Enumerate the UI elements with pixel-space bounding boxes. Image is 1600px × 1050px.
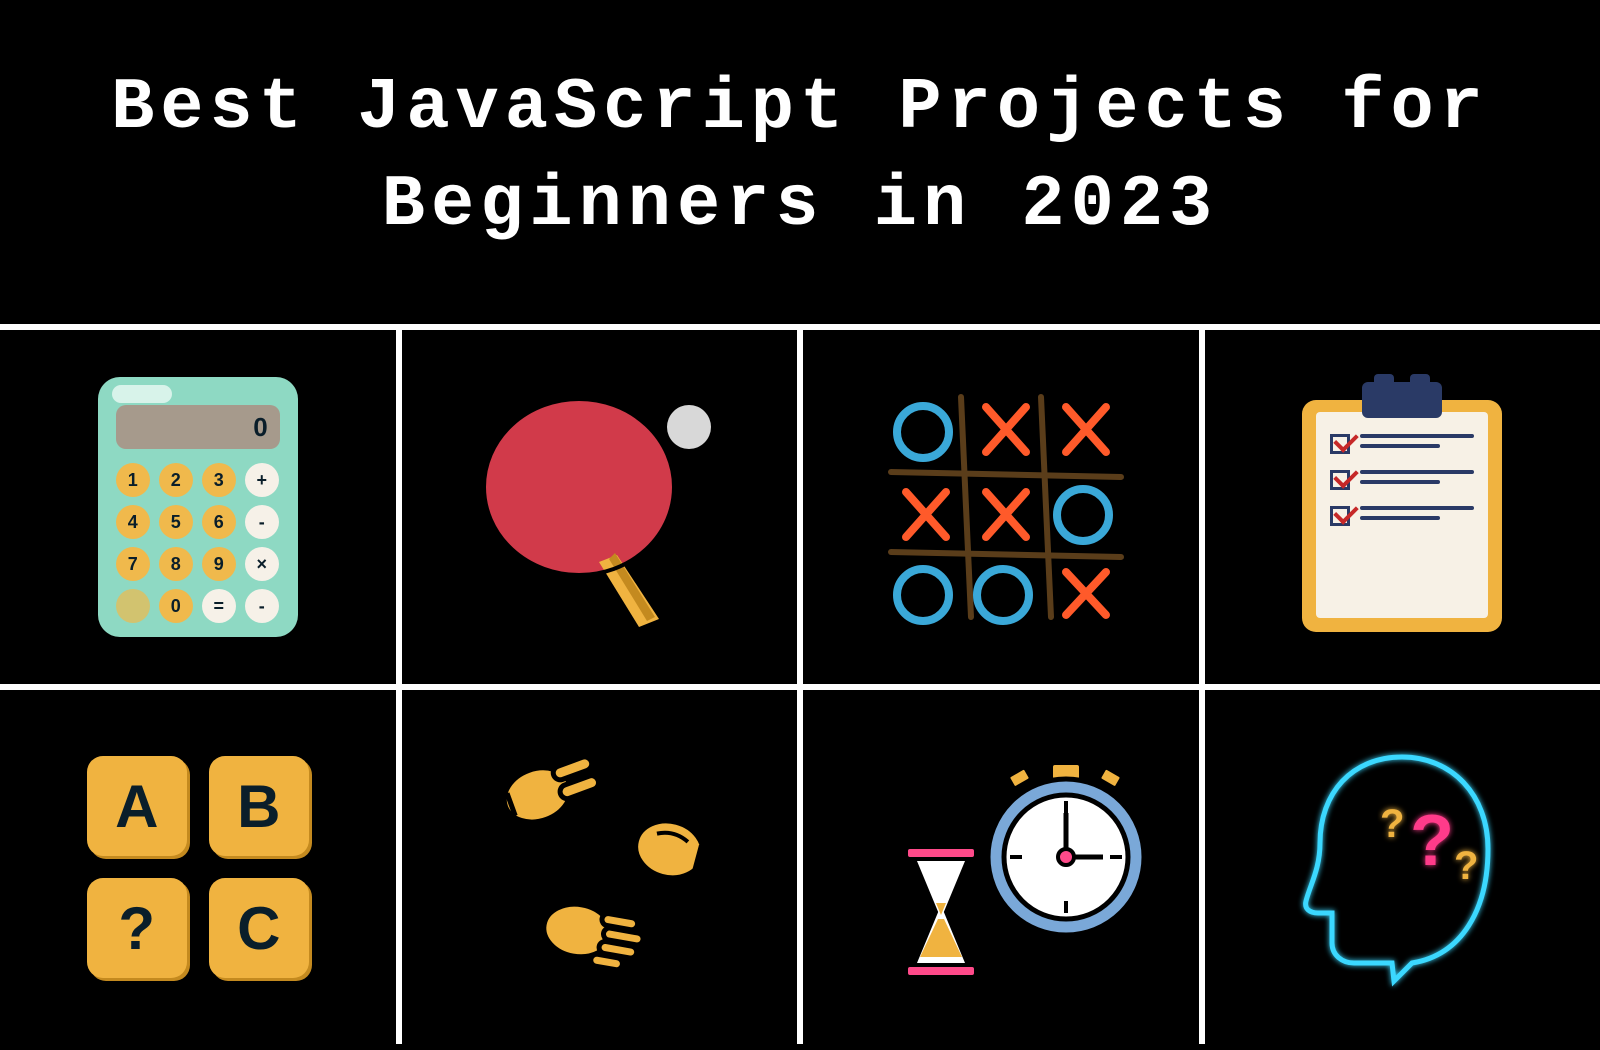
calc-key: 6 bbox=[202, 505, 236, 539]
clipboard-icon bbox=[1302, 382, 1502, 632]
project-pong bbox=[402, 330, 798, 684]
calculator-screen: 0 bbox=[116, 405, 280, 449]
calc-key: 1 bbox=[116, 463, 150, 497]
rock-paper-scissors-icon bbox=[449, 737, 749, 997]
svg-text:?: ? bbox=[1410, 801, 1454, 881]
quiz-icon: ? ? ? bbox=[1262, 737, 1542, 997]
project-rps bbox=[402, 690, 798, 1044]
calc-key: 2 bbox=[159, 463, 193, 497]
calc-key: 0 bbox=[159, 589, 193, 623]
header: Best JavaScript Projects for Beginners i… bbox=[0, 0, 1600, 324]
calc-key: - bbox=[245, 505, 279, 539]
svg-text:?: ? bbox=[1454, 844, 1478, 888]
todo-item bbox=[1330, 434, 1474, 454]
calc-key: 5 bbox=[159, 505, 193, 539]
calc-key: = bbox=[202, 589, 236, 623]
project-tictactoe bbox=[803, 330, 1199, 684]
stopwatch-icon bbox=[851, 737, 1151, 997]
page-title: Best JavaScript Projects for Beginners i… bbox=[40, 60, 1560, 254]
calc-key: 8 bbox=[159, 547, 193, 581]
project-todo bbox=[1205, 330, 1600, 684]
calc-key bbox=[116, 589, 150, 623]
calc-key: 7 bbox=[116, 547, 150, 581]
calc-key: - bbox=[245, 589, 279, 623]
calculator-keys: 1 2 3 + 4 5 6 - 7 8 9 × 0 = - bbox=[116, 463, 280, 623]
svg-text:?: ? bbox=[1380, 802, 1404, 846]
letter-tile: ? bbox=[87, 878, 187, 978]
todo-item bbox=[1330, 470, 1474, 490]
project-stopwatch bbox=[803, 690, 1199, 1044]
letter-tile: A bbox=[87, 756, 187, 856]
project-calculator: 0 1 2 3 + 4 5 6 - 7 8 9 × 0 = - bbox=[0, 330, 396, 684]
calc-key: 3 bbox=[202, 463, 236, 497]
calc-key: × bbox=[245, 547, 279, 581]
project-quiz: ? ? ? bbox=[1205, 690, 1600, 1044]
tictactoe-icon bbox=[861, 377, 1141, 637]
calc-key: 4 bbox=[116, 505, 150, 539]
calc-key: + bbox=[245, 463, 279, 497]
calculator-icon: 0 1 2 3 + 4 5 6 - 7 8 9 × 0 = - bbox=[98, 377, 298, 637]
calc-key: 9 bbox=[202, 547, 236, 581]
todo-item bbox=[1330, 506, 1474, 526]
letter-tiles-icon: A B ? C bbox=[87, 756, 309, 978]
letter-tile: B bbox=[209, 756, 309, 856]
projects-grid: 0 1 2 3 + 4 5 6 - 7 8 9 × 0 = - bbox=[0, 324, 1600, 1044]
paddle-icon bbox=[459, 377, 739, 637]
letter-tile: C bbox=[209, 878, 309, 978]
project-hangman: A B ? C bbox=[0, 690, 396, 1044]
